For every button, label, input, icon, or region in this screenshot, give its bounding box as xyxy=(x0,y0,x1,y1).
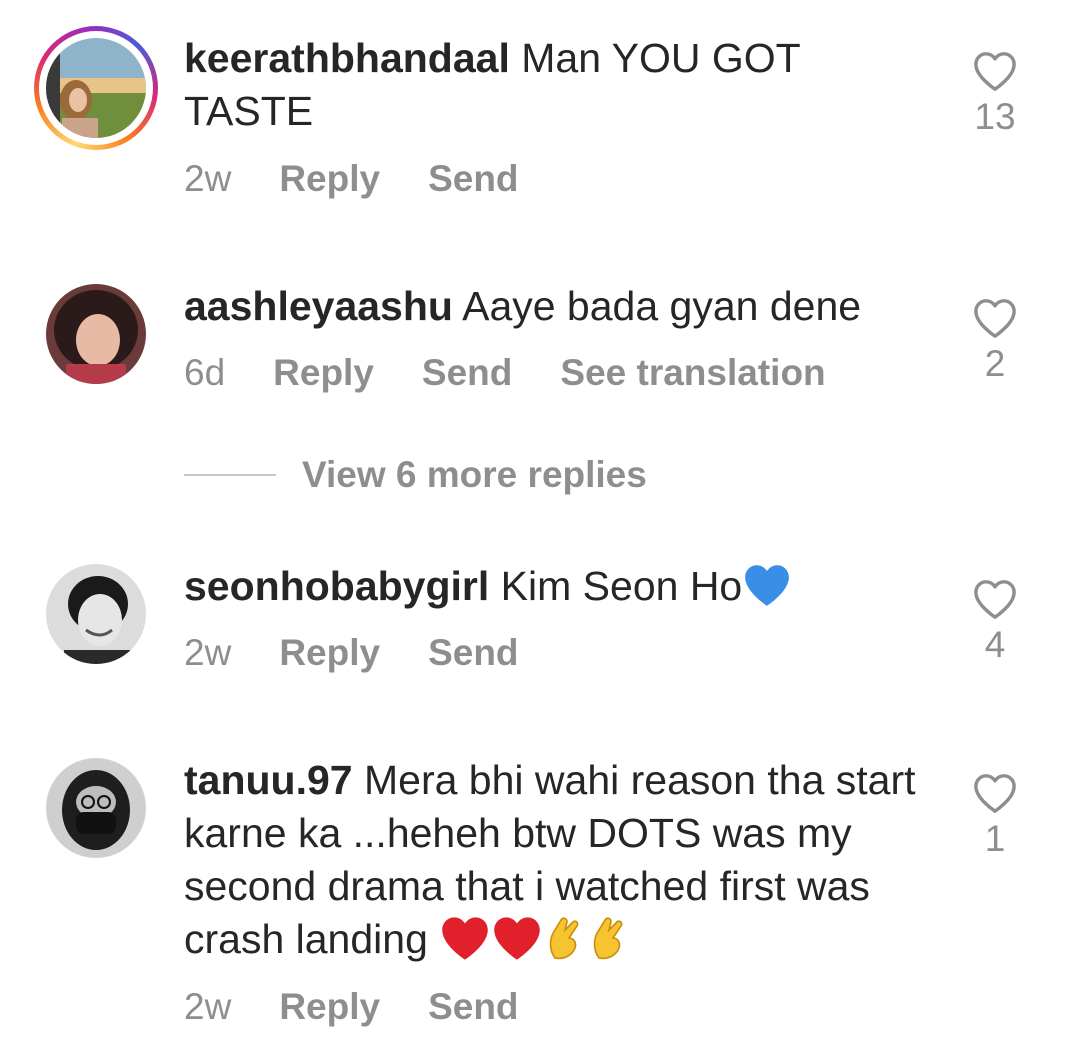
like-count: 13 xyxy=(974,96,1016,137)
view-more-replies[interactable]: View 6 more replies xyxy=(184,454,647,496)
blue-heart-emoji xyxy=(745,565,790,607)
like-control: 1 xyxy=(968,772,1022,860)
heart-icon[interactable] xyxy=(972,50,1018,92)
see-translation-button[interactable]: See translation xyxy=(560,352,825,394)
avatar[interactable] xyxy=(46,758,146,858)
comment-body: Aaye bada gyan dene xyxy=(462,283,862,329)
comment-time[interactable]: 2w xyxy=(184,986,231,1028)
comment-text: seonhobabygirl Kim Seon Ho xyxy=(184,560,934,613)
avatar-photo xyxy=(46,758,146,858)
comment-meta: 6d Reply Send See translation xyxy=(184,352,874,394)
send-button[interactable]: Send xyxy=(428,986,518,1028)
send-button[interactable]: Send xyxy=(422,352,512,394)
avatar-photo xyxy=(46,38,146,138)
pinched-fingers-emoji xyxy=(549,917,579,960)
avatar-photo xyxy=(46,284,146,384)
comment-text: tanuu.97 Mera bhi wahi reason tha start … xyxy=(184,754,934,966)
replies-divider xyxy=(184,474,276,476)
like-count: 1 xyxy=(984,818,1006,859)
comment-body: Kim Seon Ho xyxy=(500,563,743,609)
pinched-fingers-emoji xyxy=(593,917,623,960)
comment-time[interactable]: 6d xyxy=(184,352,225,394)
comment-time[interactable]: 2w xyxy=(184,158,231,200)
comment-meta: 2w Reply Send xyxy=(184,632,567,674)
like-control: 4 xyxy=(968,578,1022,666)
comment-username[interactable]: seonhobabygirl xyxy=(184,563,489,609)
comment-username[interactable]: keerathbhandaal xyxy=(184,35,510,81)
comment-username[interactable]: aashleyaashu xyxy=(184,283,453,329)
comment-meta: 2w Reply Send xyxy=(184,986,567,1028)
avatar[interactable] xyxy=(46,284,146,384)
heart-icon[interactable] xyxy=(972,578,1018,620)
send-button[interactable]: Send xyxy=(428,158,518,200)
reply-button[interactable]: Reply xyxy=(279,986,380,1028)
view-more-replies-label[interactable]: View 6 more replies xyxy=(302,454,647,496)
like-control: 13 xyxy=(968,50,1022,138)
like-control: 2 xyxy=(968,297,1022,385)
heart-icon[interactable] xyxy=(972,297,1018,339)
reply-button[interactable]: Reply xyxy=(279,632,380,674)
reply-button[interactable]: Reply xyxy=(273,352,374,394)
story-ring xyxy=(34,26,158,150)
comment-username[interactable]: tanuu.97 xyxy=(184,757,353,803)
avatar[interactable] xyxy=(46,564,146,664)
like-count: 2 xyxy=(984,343,1006,384)
avatar[interactable] xyxy=(34,26,158,150)
heart-icon[interactable] xyxy=(972,772,1018,814)
comment-text: keerathbhandaal Man YOU GOT TASTE xyxy=(184,32,934,138)
reply-button[interactable]: Reply xyxy=(279,158,380,200)
comment-text: aashleyaashu Aaye bada gyan dene xyxy=(184,280,934,333)
comment-time[interactable]: 2w xyxy=(184,632,231,674)
send-button[interactable]: Send xyxy=(428,632,518,674)
red-heart-emoji xyxy=(494,917,541,960)
avatar-photo xyxy=(46,564,146,664)
red-heart-emoji xyxy=(442,917,489,960)
like-count: 4 xyxy=(984,624,1006,665)
comment-meta: 2w Reply Send xyxy=(184,158,567,200)
